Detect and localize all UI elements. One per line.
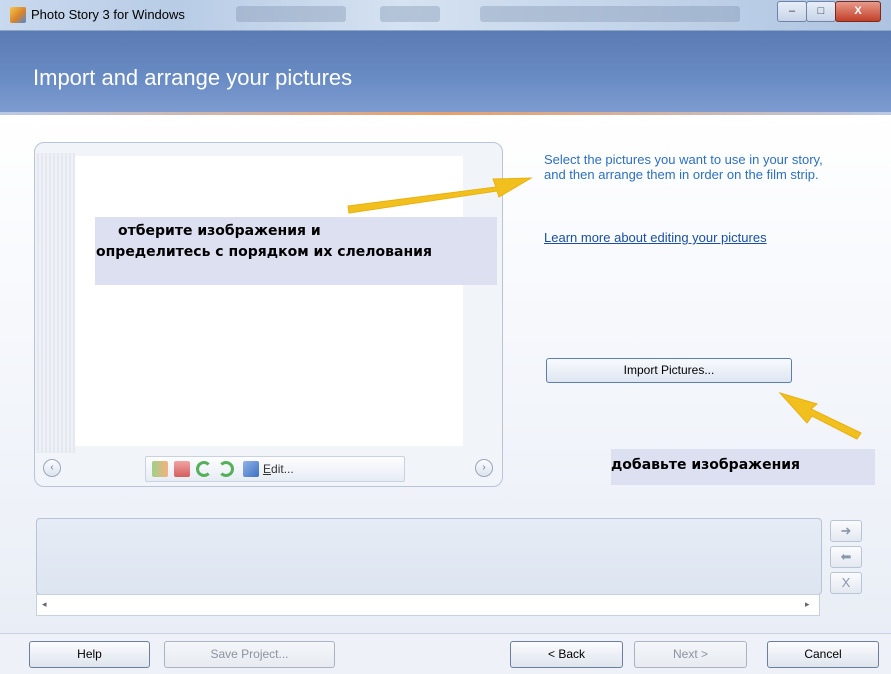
close-button[interactable]: X — [835, 1, 881, 22]
chevron-left-icon: ‹ — [50, 462, 54, 473]
annotation-line: определитесь с порядком их слелования — [96, 244, 432, 260]
auto-levels-icon[interactable] — [152, 461, 168, 477]
cancel-button[interactable]: Cancel — [767, 641, 879, 668]
title-bar: Photo Story 3 for Windows – □ X — [0, 0, 891, 31]
annotation-select-pictures: отберите изображения и определитесь с по… — [95, 217, 497, 285]
back-button[interactable]: < Back — [510, 641, 623, 668]
annotation-line: отберите изображения и — [118, 223, 321, 239]
page-title: Import and arrange your pictures — [33, 65, 353, 90]
red-eye-icon[interactable] — [174, 461, 190, 477]
window-title: Photo Story 3 for Windows — [31, 7, 185, 22]
move-left-button[interactable]: ⬅ — [830, 546, 862, 568]
scroll-right-icon[interactable]: ▸ — [805, 599, 810, 610]
arrow-right-icon: ➜ — [840, 523, 852, 538]
next-button[interactable]: Next > — [634, 641, 747, 668]
annotation-line: добавьте изображения — [611, 457, 801, 473]
taskbar-smudge — [236, 6, 346, 22]
next-picture-button[interactable]: › — [475, 459, 493, 477]
wizard-header: Import and arrange your pictures — [0, 31, 891, 112]
annotation-add-pictures: добавьте изображения — [611, 449, 875, 485]
minimize-button[interactable]: – — [777, 1, 807, 22]
chevron-right-icon: › — [482, 462, 486, 473]
rotate-left-icon[interactable] — [196, 461, 212, 477]
edit-icon[interactable] — [243, 461, 259, 477]
learn-more-link[interactable]: Learn more about editing your pictures — [544, 230, 767, 245]
film-strip-scrollbar[interactable]: ◂ ▸ — [36, 594, 820, 616]
rotate-right-icon[interactable] — [218, 461, 234, 477]
scroll-left-icon[interactable]: ◂ — [42, 599, 47, 610]
taskbar-smudge — [380, 6, 440, 22]
picture-toolbar: Edit... — [145, 456, 405, 482]
edit-button[interactable]: Edit... — [263, 462, 294, 476]
maximize-button[interactable]: □ — [806, 1, 836, 22]
save-project-button[interactable]: Save Project... — [164, 641, 335, 668]
picture-preview-panel: ‹ › Edit... — [34, 142, 503, 487]
arrow-left-icon: ⬅ — [840, 549, 852, 564]
remove-icon: X — [841, 575, 851, 590]
previous-picture-button[interactable]: ‹ — [43, 459, 61, 477]
instructions-text: Select the pictures you want to use in y… — [544, 152, 823, 182]
remove-picture-button[interactable]: X — [830, 572, 862, 594]
taskbar-smudge — [480, 6, 740, 22]
film-strip[interactable] — [36, 518, 822, 595]
app-icon — [10, 7, 26, 23]
preview-stripe — [35, 153, 75, 453]
window-controls: – □ X — [777, 1, 881, 22]
import-pictures-button[interactable]: Import Pictures... — [546, 358, 792, 383]
help-button[interactable]: Help — [29, 641, 150, 668]
picture-preview — [75, 156, 463, 446]
move-right-button[interactable]: ➜ — [830, 520, 862, 542]
